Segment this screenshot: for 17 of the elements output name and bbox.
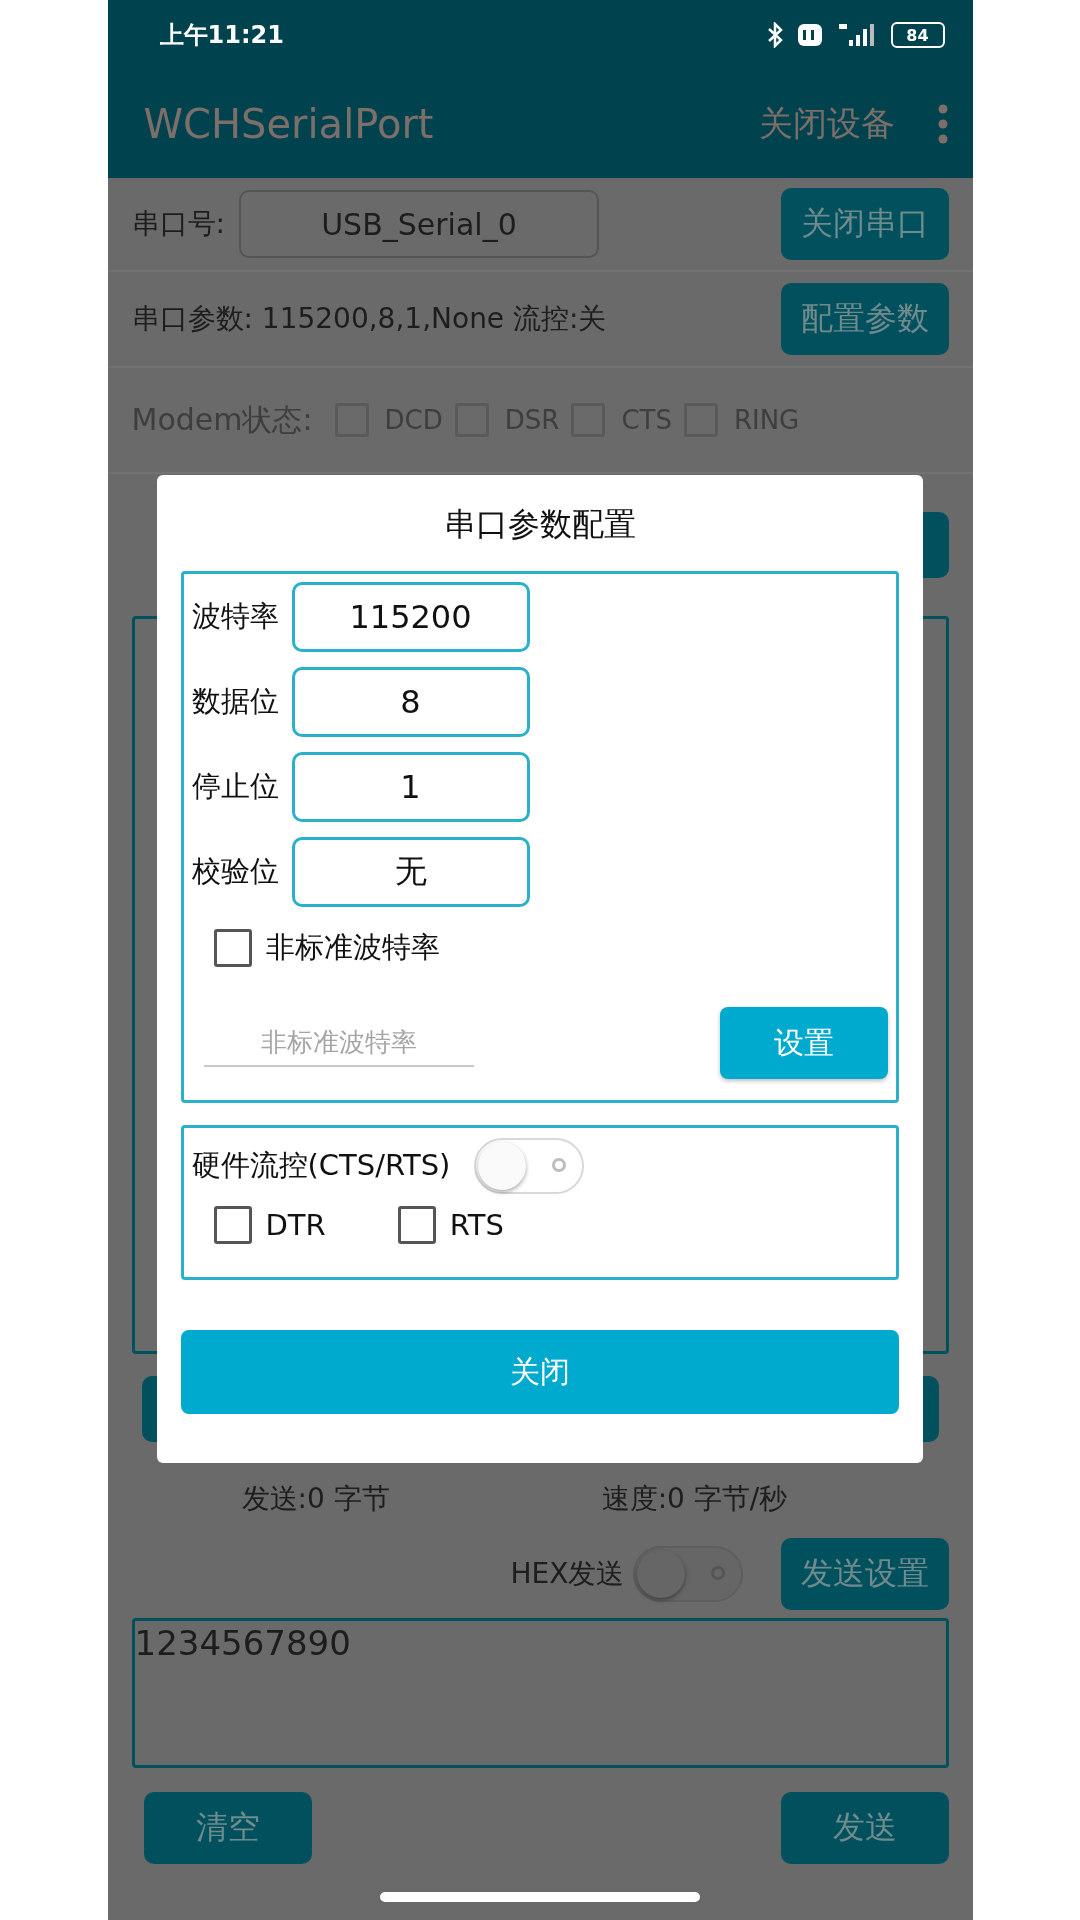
port-label: 串口号: <box>131 206 225 242</box>
hex-send-label: HEX发送 <box>510 1556 625 1592</box>
checkbox-label: DTR <box>265 1208 326 1242</box>
checkbox-label: 非标准波特率 <box>265 929 440 966</box>
checkbox-label: RTS <box>449 1208 504 1242</box>
sent-count: 发送:0 字节 <box>241 1481 390 1517</box>
port-params-text: 串口参数: 115200,8,1,None 流控:关 <box>131 301 607 337</box>
field-label: 波特率 <box>191 598 280 635</box>
app-title: WCHSerialPort <box>143 101 435 147</box>
battery-icon: 84 <box>890 22 945 48</box>
field-label: 数据位 <box>191 683 280 720</box>
field-label: 校验位 <box>191 853 280 890</box>
speed-text: 速度:0 字节/秒 <box>601 1481 788 1517</box>
field-label: 停止位 <box>191 768 280 805</box>
flow-control-label: 硬件流控(CTS/RTS) <box>191 1147 451 1184</box>
status-time: 上午11:21 <box>159 20 284 51</box>
dialog-title: 串口参数配置 <box>443 504 636 545</box>
